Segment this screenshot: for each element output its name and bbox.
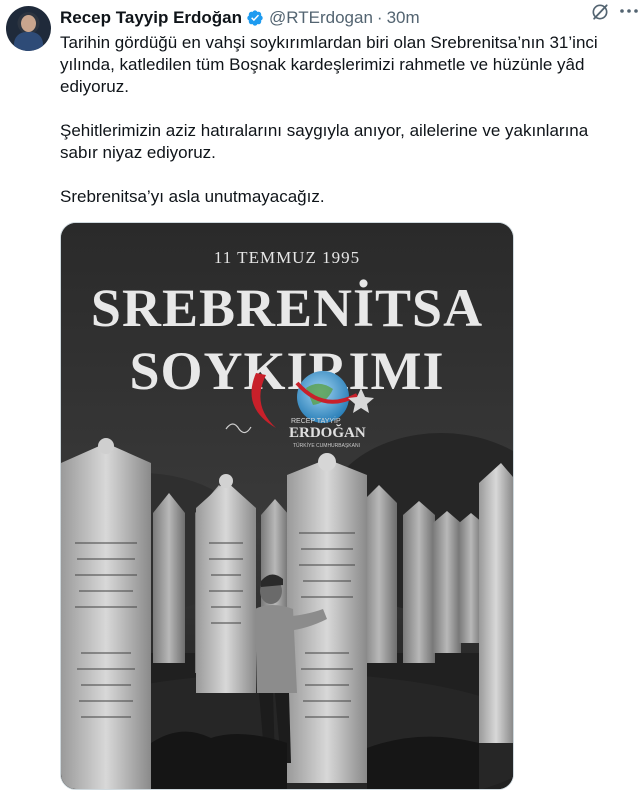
tweet-timestamp[interactable]: 30m [387, 8, 420, 28]
tweet-paragraph: Srebrenitsa’yı asla unutmayacağız. [60, 187, 325, 206]
logo-line1: RECEP TAYYİP [291, 416, 341, 425]
tweet-text: Tarihin gördüğü en vahşi soykırımlardan … [60, 32, 630, 208]
tweet-card[interactable]: Recep Tayyip Erdoğan @RTErdogan · 30m Ta… [0, 0, 640, 796]
grok-icon[interactable] [590, 2, 610, 22]
poster-date: 11 TEMMUZ 1995 [214, 248, 360, 267]
poster-title-line1: SREBRENİTSA [91, 278, 483, 338]
grass [151, 731, 287, 789]
verified-badge-icon [247, 10, 263, 26]
separator-dot: · [376, 8, 383, 27]
tweet-media-image[interactable]: 11 TEMMUZ 1995 SREBRENİTSA SOYKIRIMI REC… [60, 222, 514, 790]
tweet-paragraph: Şehitlerimizin aziz hatıralarını saygıyl… [60, 121, 589, 162]
dots-icon [620, 9, 638, 13]
tweet-header: Recep Tayyip Erdoğan @RTErdogan · 30m [60, 7, 630, 29]
poster-title-line2: SOYKIRIMI [129, 341, 444, 401]
memorial-poster: 11 TEMMUZ 1995 SREBRENİTSA SOYKIRIMI REC… [61, 223, 513, 789]
logo-line2: ERDOĞAN [289, 424, 366, 441]
logo-line3: TÜRKİYE CUMHURBAŞKANI [293, 442, 360, 449]
more-icon[interactable] [618, 0, 640, 22]
author-avatar[interactable] [6, 6, 51, 51]
avatar-face [21, 15, 36, 32]
avatar-suit [14, 32, 43, 51]
author-name[interactable]: Recep Tayyip Erdoğan [60, 8, 242, 28]
author-handle[interactable]: @RTErdogan [269, 8, 373, 28]
tweet-paragraph: Tarihin gördüğü en vahşi soykırımlardan … [60, 33, 598, 96]
